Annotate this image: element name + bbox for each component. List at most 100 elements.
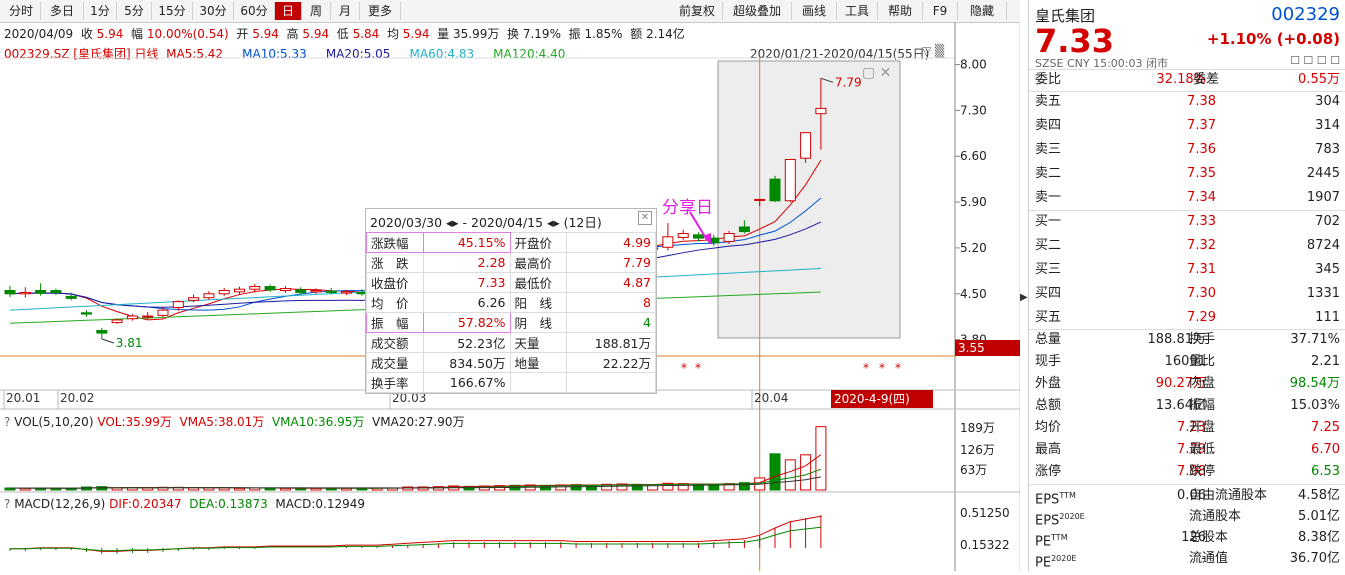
cell: 98.54万 [1289, 376, 1340, 391]
candle-body [157, 309, 169, 316]
stat-row[interactable]: 涨停 7.98 跌停 6.53 [1029, 460, 1345, 484]
cell: 7.30 [1187, 286, 1216, 301]
tooltip-close-icon[interactable]: ✕ [638, 211, 652, 225]
cell: 37.71% [1290, 332, 1340, 347]
dea-line [10, 526, 821, 552]
candle-body [188, 297, 200, 301]
bid-row[interactable]: 买五 7.29 111 [1029, 306, 1345, 330]
price-tick: 6.60 [960, 149, 987, 163]
candle-body [693, 234, 704, 239]
candle-body [325, 290, 337, 293]
cell: 783 [1315, 142, 1340, 157]
cell: 买二 [1035, 238, 1062, 253]
ask-row[interactable]: 卖四 7.37 314 [1029, 114, 1345, 138]
tooltip-table: 涨跌幅 45.15% 开盘价 4.99 涨 跌 2.28 最高价 7.79 收盘价 7.33 最低价… [366, 232, 656, 393]
tooltip-value: 834.50万 [422, 352, 511, 373]
cell: 换手 [1189, 332, 1216, 347]
tooltip-value: 45.15% [422, 232, 511, 253]
bid-row[interactable]: 买三 7.31 345 [1029, 258, 1345, 282]
tooltip-label: 均 价 [366, 292, 424, 313]
candle-body [784, 159, 796, 202]
tooltip-label: 最低价 [509, 272, 568, 293]
candle-body [4, 290, 16, 295]
collapse-arrow-icon[interactable]: ▶ [1020, 292, 1028, 303]
candle-body [723, 233, 735, 242]
cell: 卖二 [1035, 166, 1062, 181]
date-tick: 20.04 [754, 391, 788, 405]
cell: 7.33 [1187, 214, 1216, 229]
tooltip-value: 7.33 [422, 272, 511, 293]
price-tick: 5.90 [960, 195, 987, 209]
tooltip-value: 4.99 [566, 232, 656, 253]
vol-legend: ? VOL(5,10,20) VOL:35.99万 VMA5:38.01万 VM… [4, 415, 465, 429]
candle-body [50, 290, 62, 293]
cell: 买四 [1035, 286, 1062, 301]
ask-row[interactable]: 卖三 7.36 783 [1029, 138, 1345, 162]
stat-row[interactable]: 最高 7.79 最低 6.70 [1029, 438, 1345, 462]
cell: 卖三 [1035, 142, 1062, 157]
candle-body [800, 132, 812, 159]
cell: 7.31 [1187, 262, 1216, 277]
candle-body [142, 315, 154, 318]
vol-tick: 126万 [960, 443, 995, 457]
cell: 总额 [1035, 398, 1062, 413]
bid-row[interactable]: 买四 7.30 1331 [1029, 282, 1345, 306]
tooltip-value: 52.23亿 [422, 332, 511, 353]
fin-label-2: 流通值 [1189, 551, 1229, 566]
price-tick: 5.20 [960, 241, 987, 255]
tooltip-range: 2020/03/30 ◂▸ - 2020/04/15 ◂▸ (12日) [370, 215, 602, 230]
stat-row[interactable]: 总额 13.64亿 振幅 15.03% [1029, 394, 1345, 418]
candle-body [341, 291, 353, 294]
candle-body [662, 236, 674, 248]
range-stats-tooltip: 2020/03/30 ◂▸ - 2020/04/15 ◂▸ (12日) ✕ 涨跌… [365, 208, 657, 394]
cell: 跌停 [1189, 464, 1216, 479]
candle-body [310, 290, 322, 293]
vol-help-icon[interactable]: ? [4, 415, 10, 429]
cell: 买一 [1035, 214, 1062, 229]
candle-body [769, 178, 781, 202]
bid-row[interactable]: 买一 7.33 702 [1029, 210, 1345, 234]
cell: 7.35 [1187, 166, 1216, 181]
ask-row[interactable]: 卖五 7.38 304 [1029, 90, 1345, 114]
panel-tool-icons[interactable]: ☐ ☐ ☐ ☐ [1290, 54, 1340, 67]
cell: 1331 [1306, 286, 1340, 301]
vol-tick: 189万 [960, 421, 995, 435]
cell: 2.21 [1311, 354, 1340, 369]
tooltip-value: 166.67% [422, 372, 511, 393]
tooltip-label: 天量 [509, 332, 568, 353]
vol-tick: 63万 [960, 463, 987, 477]
cell: 0.55万 [1298, 72, 1340, 87]
stat-row[interactable]: 外盘 90.27万 内盘 98.54万 [1029, 372, 1345, 396]
event-star: * [879, 361, 885, 375]
high-mark: 7.79 [835, 75, 862, 89]
price-change: +1.10% (+0.08) [1206, 30, 1340, 48]
cell: 均价 [1035, 420, 1062, 435]
stat-row[interactable]: 现手 16091 量比 2.21 [1029, 350, 1345, 374]
tooltip-label: 涨跌幅 [366, 232, 424, 253]
event-star: * [863, 361, 869, 375]
macd-legend: ? MACD(12,26,9) DIF:0.20347 DEA:0.13873 … [4, 497, 366, 511]
stat-row[interactable]: 均价 7.23 开盘 7.25 [1029, 416, 1345, 440]
event-star: * [895, 361, 901, 375]
candle-body [81, 312, 92, 315]
event-star: * [681, 361, 687, 375]
ask-row[interactable]: 卖二 7.35 2445 [1029, 162, 1345, 186]
bid-row[interactable]: 买二 7.32 8724 [1029, 234, 1345, 258]
cross-date-label: 2020-4-9(四) [834, 392, 910, 406]
tooltip-label: 成交额 [366, 332, 424, 353]
candle-body [249, 286, 261, 290]
candle-body [96, 329, 108, 334]
candle-body [295, 289, 307, 293]
weibi-row[interactable]: 委比 32.18% 委差 0.55万 [1029, 68, 1345, 92]
fin-value-2: 36.70亿 [1289, 551, 1340, 566]
stat-row[interactable]: 总量 188.81万 换手 37.71% [1029, 328, 1345, 352]
cell: 振幅 [1189, 398, 1216, 413]
tooltip-value: 8 [566, 292, 656, 313]
macd-help-icon[interactable]: ? [4, 497, 10, 511]
candle-body [203, 293, 215, 299]
ask-row[interactable]: 卖一 7.34 1907 [1029, 186, 1345, 210]
tooltip-value: 7.79 [566, 252, 656, 273]
range-selection-box [717, 60, 901, 339]
fin-label-sup: TTM [1059, 491, 1076, 500]
cell: 7.36 [1187, 142, 1216, 157]
